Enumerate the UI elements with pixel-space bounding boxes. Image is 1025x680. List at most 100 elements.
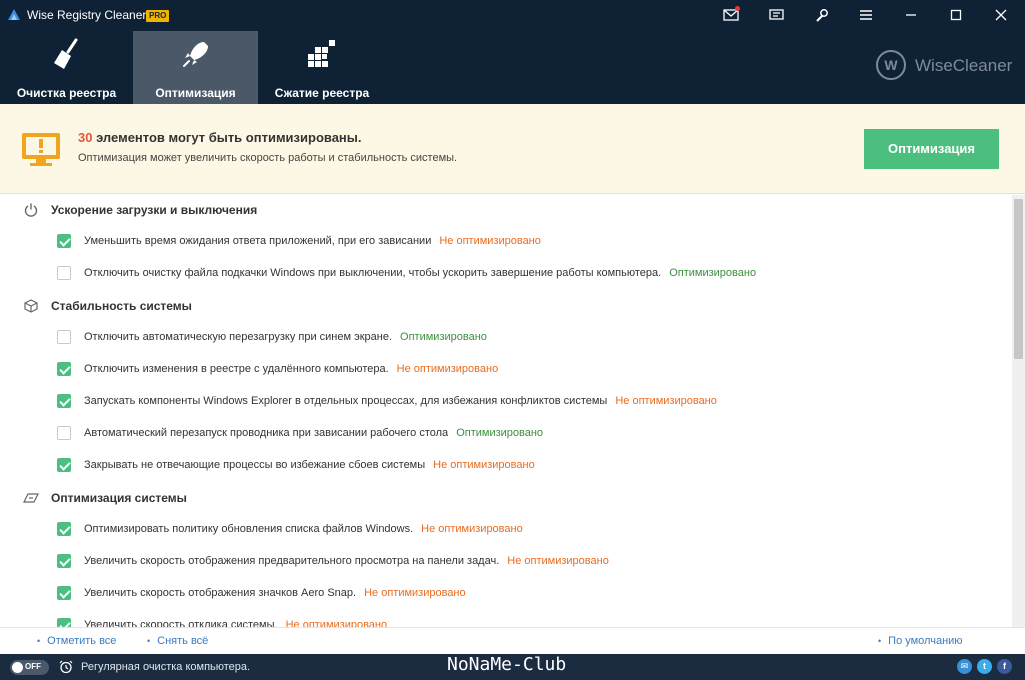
app-title: Wise Registry Cleaner X	[27, 8, 158, 22]
item-checkbox[interactable]	[57, 554, 71, 568]
section-title: Ускорение загрузки и выключения	[51, 203, 258, 217]
item-checkbox[interactable]	[57, 362, 71, 376]
item-label: Увеличить скорость отклика системы. Не оп…	[84, 619, 387, 627]
list-item[interactable]: Автоматический перезапуск проводника при…	[0, 421, 1000, 447]
item-checkbox[interactable]	[57, 426, 71, 440]
banner-title: 30 элементов могут быть оптимизированы.	[78, 130, 362, 145]
wrench-icon	[815, 8, 828, 22]
item-checkbox[interactable]	[57, 266, 71, 280]
item-text: Отключить автоматическую перезагрузку пр…	[84, 331, 393, 343]
tab-registry-cleaner[interactable]: Очистка реестра	[0, 31, 133, 104]
item-text: Уменьшить время ожидания ответа приложен…	[84, 235, 432, 247]
list-item[interactable]: Отключить изменения в реестре с удалённо…	[0, 357, 1000, 383]
scroll-thumb[interactable]	[1014, 199, 1023, 359]
feedback-button[interactable]	[765, 4, 787, 26]
tab-label: Оптимизация	[155, 86, 236, 100]
list-item[interactable]: Закрывать не отвечающие процессы во избе…	[0, 453, 1000, 479]
list-item[interactable]: Уменьшить время ожидания ответа приложен…	[0, 229, 1000, 255]
section-header: Стабильность системы	[0, 293, 1000, 319]
pro-badge: PRO	[146, 10, 170, 22]
item-status: Не оптимизировано	[615, 395, 717, 407]
banner-subtitle: Оптимизация может увеличить скорость раб…	[78, 152, 458, 164]
status-bar: OFF Регулярная очистка компьютера. NoNaM…	[0, 654, 1025, 680]
list-footer: Отметить все Снять всё По умолчанию	[0, 627, 1025, 654]
item-text: Запускать компоненты Windows Explorer в …	[84, 395, 608, 407]
monitor-alert-icon	[22, 133, 60, 166]
item-checkbox[interactable]	[57, 522, 71, 536]
deselect-all-link[interactable]: Снять всё	[147, 635, 208, 647]
item-checkbox[interactable]	[57, 586, 71, 600]
app-logo-icon	[8, 9, 20, 20]
wisecleaner-logo[interactable]: W WiseCleaner	[876, 50, 1016, 80]
item-label: Отключить изменения в реестре с удалённо…	[84, 363, 498, 375]
rocket-icon	[182, 42, 208, 67]
item-status: Не оптимизировано	[396, 363, 499, 375]
scheduled-cleaning-text: Регулярная очистка компьютера.	[81, 661, 251, 673]
section-header: Оптимизация системы	[0, 485, 1000, 511]
toggle-knob	[12, 662, 23, 673]
item-checkbox[interactable]	[57, 394, 71, 408]
item-text: Отключить очистку файла подкачки Windows…	[84, 267, 662, 279]
item-label: Оптимизировать политику обновления списк…	[84, 523, 523, 535]
blocks-icon	[308, 40, 335, 67]
list-item[interactable]: Запускать компоненты Windows Explorer в …	[0, 389, 1000, 415]
tools-button[interactable]	[810, 4, 832, 26]
item-text: Отключить изменения в реестре с удалённо…	[84, 363, 389, 375]
list-item[interactable]: Оптимизировать политику обновления списк…	[0, 517, 1000, 543]
list-item[interactable]: Увеличить скорость отклика системы. Не оп…	[0, 613, 1000, 627]
menu-button[interactable]	[855, 4, 877, 26]
tab-label: Очистка реестра	[16, 86, 117, 100]
twitter-icon[interactable]: t	[977, 659, 992, 674]
item-status: Не оптимизировано	[421, 523, 523, 535]
close-button[interactable]	[990, 4, 1012, 26]
speed-icon	[23, 493, 39, 503]
item-checkbox[interactable]	[57, 618, 71, 627]
brand-name: WiseCleaner	[915, 56, 1013, 75]
optimize-button[interactable]: Оптимизация	[864, 129, 999, 169]
tab-optimization[interactable]: Оптимизация	[133, 31, 258, 104]
minimize-icon	[906, 14, 916, 16]
alarm-clock-icon	[59, 660, 73, 674]
email-share-icon[interactable]: ✉	[957, 659, 972, 674]
item-status: Не оптимизировано	[285, 619, 388, 627]
item-checkbox[interactable]	[57, 330, 71, 344]
maximize-icon	[950, 9, 962, 21]
tab-registry-defrag[interactable]: Сжатие реестра	[258, 31, 386, 104]
list-item[interactable]: Увеличить скорость отображения значков A…	[0, 581, 1000, 607]
item-status: Не оптимизировано	[364, 587, 466, 599]
notification-dot	[735, 6, 740, 11]
item-checkbox[interactable]	[57, 458, 71, 472]
watermark: NoNaMe-Club	[447, 654, 567, 675]
list-item[interactable]: Отключить очистку файла подкачки Windows…	[0, 261, 1000, 287]
header: Wise Registry Cleaner X PRO Очистка реес…	[0, 0, 1025, 104]
item-text: Оптимизировать политику обновления списк…	[84, 523, 414, 535]
list-item[interactable]: Увеличить скорость отображения предварит…	[0, 549, 1000, 575]
section-title: Стабильность системы	[51, 299, 192, 313]
broom-icon	[53, 38, 77, 69]
item-label: Увеличить скорость отображения значков A…	[84, 587, 466, 599]
item-status: Не оптимизировано	[439, 235, 541, 247]
default-link[interactable]: По умолчанию	[878, 635, 962, 647]
item-label: Отключить автоматическую перезагрузку пр…	[84, 331, 487, 343]
toggle-label: OFF	[25, 662, 41, 671]
item-text: Увеличить скорость отображения предварит…	[84, 555, 500, 567]
item-label: Увеличить скорость отображения предварит…	[84, 555, 609, 567]
item-text: Увеличить скорость отображения значков A…	[84, 587, 357, 599]
select-all-link[interactable]: Отметить все	[37, 635, 116, 647]
optimizable-count: 30	[78, 130, 93, 145]
item-text: Автоматический перезапуск проводника при…	[84, 427, 449, 439]
brand-logo-letter: W	[876, 50, 906, 80]
item-text: Закрывать не отвечающие процессы во избе…	[84, 459, 426, 471]
mail-button[interactable]	[720, 4, 742, 26]
menu-icon	[860, 10, 872, 20]
scrollbar[interactable]	[1012, 195, 1025, 627]
chat-icon	[768, 8, 784, 20]
minimize-button[interactable]	[900, 4, 922, 26]
item-checkbox[interactable]	[57, 234, 71, 248]
scheduled-cleaning-toggle[interactable]: OFF	[10, 660, 49, 675]
facebook-icon[interactable]: f	[997, 659, 1012, 674]
item-status: Не оптимизировано	[507, 555, 609, 567]
list-item[interactable]: Отключить автоматическую перезагрузку пр…	[0, 325, 1000, 351]
power-icon	[24, 203, 38, 217]
maximize-button[interactable]	[945, 4, 967, 26]
